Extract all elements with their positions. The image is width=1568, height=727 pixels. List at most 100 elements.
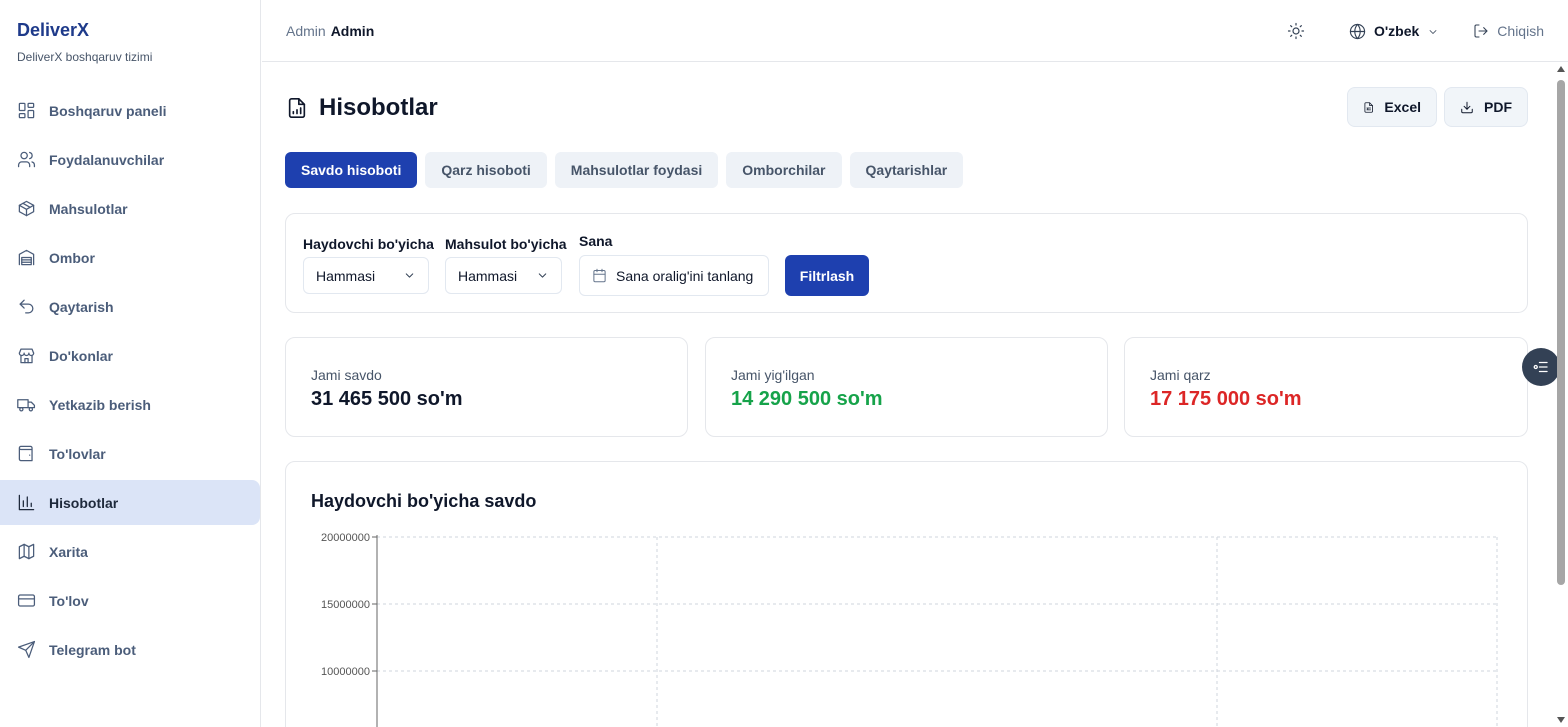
driver-filter-label: Haydovchi bo'yicha <box>303 236 434 252</box>
sidebar-item-label: Qaytarish <box>49 298 114 315</box>
breadcrumb: Admin Admin <box>286 23 374 39</box>
brand-subtitle: DeliverX boshqaruv tizimi <box>17 50 153 64</box>
filter-submit-button[interactable]: Filtrlash <box>785 255 869 296</box>
y-axis-tick-label: 15000000 <box>321 599 370 611</box>
download-icon <box>1461 101 1473 113</box>
main-content: Hisobotlar Excel PDF Savdo hisoboti Qarz… <box>262 62 1568 727</box>
stat-card-total-collected: Jami yig'ilgan 14 290 500 so'm <box>705 337 1108 437</box>
product-select[interactable]: Hammasi <box>445 257 562 294</box>
sidebar-item-foydalanuvchilar[interactable]: Foydalanuvchilar <box>0 137 260 182</box>
product-select-value: Hammasi <box>458 267 518 284</box>
export-pdf-label: PDF <box>1484 99 1512 115</box>
theme-toggle-sun-icon[interactable] <box>1287 22 1305 40</box>
users-icon <box>17 150 36 169</box>
language-select[interactable]: O'zbek <box>1349 23 1439 40</box>
sidebar-item-label: Telegram bot <box>49 641 136 658</box>
date-range-picker[interactable]: Sana oralig'ini tanlang <box>579 255 769 296</box>
globe-icon <box>1349 23 1366 40</box>
truck-icon <box>17 395 36 414</box>
tab-mahsulotlar-foydasi[interactable]: Mahsulotlar foydasi <box>554 152 719 188</box>
report-file-icon <box>286 96 308 120</box>
stat-value: 17 175 000 so'm <box>1150 388 1302 410</box>
product-filter: Mahsulot bo'yicha Hammasi <box>445 236 567 294</box>
logout-button[interactable]: Chiqish <box>1473 23 1544 39</box>
map-icon <box>17 542 36 561</box>
language-label: O'zbek <box>1373 23 1420 39</box>
spreadsheet-file-icon <box>1364 101 1373 113</box>
tab-savdo-hisoboti[interactable]: Savdo hisoboti <box>285 152 418 188</box>
sidebar-item-telegram-bot[interactable]: Telegram bot <box>0 627 260 672</box>
report-tabs: Savdo hisoboti Qarz hisoboti Mahsulotlar… <box>285 152 971 188</box>
logout-label: Chiqish <box>1497 23 1544 39</box>
sidebar-item-label: Boshqaruv paneli <box>49 102 167 119</box>
stat-value: 31 465 500 so'm <box>311 388 463 410</box>
chevron-down-icon <box>538 273 547 278</box>
y-axis-tick-label: 10000000 <box>321 666 370 678</box>
sidebar-item-boshqaruv-paneli[interactable]: Boshqaruv paneli <box>0 88 260 133</box>
driver-select[interactable]: Hammasi <box>303 257 429 294</box>
chevron-down-icon <box>1427 25 1439 37</box>
sidebar-item-tolov[interactable]: To'lov <box>0 578 260 623</box>
header-actions: O'zbek Chiqish <box>1287 0 1544 62</box>
store-icon <box>17 346 36 365</box>
sidebar-item-label: Hisobotlar <box>49 494 119 511</box>
brand-title: DeliverX <box>17 20 90 40</box>
sidebar-item-label: Do'konlar <box>49 347 114 364</box>
sidebar-item-hisobotlar[interactable]: Hisobotlar <box>0 480 260 525</box>
sidebar-nav: Boshqaruv paneli Foydalanuvchilar Mahsul… <box>0 88 260 672</box>
sidebar-item-qaytarish[interactable]: Qaytarish <box>0 284 260 329</box>
sidebar-item-label: To'lov <box>49 592 89 609</box>
page-title-row: Hisobotlar <box>286 94 438 122</box>
sales-by-driver-chart: 20000000 15000000 10000000 <box>321 532 1498 727</box>
warehouse-icon <box>17 248 36 267</box>
date-filter-label: Sana <box>579 233 613 249</box>
sidebar-item-dokonlar[interactable]: Do'konlar <box>0 333 260 378</box>
sidebar: DeliverX DeliverX boshqaruv tizimi Boshq… <box>0 0 261 727</box>
send-icon <box>17 640 36 659</box>
sidebar-item-label: To'lovlar <box>49 445 106 462</box>
sidebar-item-yetkazib-berish[interactable]: Yetkazib berish <box>0 382 260 427</box>
floating-menu-button[interactable] <box>1522 348 1560 386</box>
sidebar-item-xarita[interactable]: Xarita <box>0 529 260 574</box>
driver-filter: Haydovchi bo'yicha Hammasi <box>303 236 434 294</box>
breadcrumb-user: Admin <box>330 22 375 39</box>
y-axis-tick-label: 20000000 <box>321 532 370 544</box>
stat-label: Jami yig'ilgan <box>731 367 815 383</box>
export-excel-label: Excel <box>1384 99 1421 115</box>
sidebar-item-ombor[interactable]: Ombor <box>0 235 260 280</box>
sidebar-item-label: Mahsulotlar <box>49 200 128 217</box>
sidebar-item-label: Ombor <box>49 249 95 266</box>
bar-chart-icon <box>17 493 36 512</box>
date-range-placeholder: Sana oralig'ini tanlang <box>616 267 754 284</box>
stat-value: 14 290 500 so'm <box>731 388 883 410</box>
scroll-up-arrow[interactable] <box>1557 66 1565 72</box>
sidebar-item-label: Yetkazib berish <box>49 396 151 413</box>
undo-icon <box>17 297 36 316</box>
sidebar-item-tolovlar[interactable]: To'lovlar <box>0 431 260 476</box>
stat-label: Jami qarz <box>1150 367 1211 383</box>
tab-qaytarishlar[interactable]: Qaytarishlar <box>849 152 964 188</box>
sidebar-item-label: Foydalanuvchilar <box>49 151 165 168</box>
wallet-icon <box>17 444 36 463</box>
filter-panel: Haydovchi bo'yicha Hammasi Mahsulot bo'y… <box>285 213 1528 313</box>
product-filter-label: Mahsulot bo'yicha <box>445 236 567 252</box>
tab-qarz-hisoboti[interactable]: Qarz hisoboti <box>425 152 547 188</box>
stat-label: Jami savdo <box>311 367 382 383</box>
app-root: DeliverX DeliverX boshqaruv tizimi Boshq… <box>0 0 1568 727</box>
brand: DeliverX DeliverX boshqaruv tizimi <box>0 0 260 88</box>
chevron-down-icon <box>405 273 414 278</box>
page-scrollbar[interactable] <box>1557 66 1565 723</box>
stat-card-total-debt: Jami qarz 17 175 000 so'm <box>1124 337 1528 437</box>
export-excel-button[interactable]: Excel <box>1347 87 1437 127</box>
package-icon <box>17 199 36 218</box>
credit-card-icon <box>17 591 36 610</box>
stat-card-total-sales: Jami savdo 31 465 500 so'm <box>285 337 688 437</box>
scroll-thumb[interactable] <box>1557 80 1565 585</box>
sidebar-item-mahsulotlar[interactable]: Mahsulotlar <box>0 186 260 231</box>
calendar-icon <box>593 268 606 283</box>
scroll-down-arrow[interactable] <box>1557 717 1565 723</box>
sidebar-item-label: Xarita <box>49 543 88 560</box>
page-title: Hisobotlar <box>319 94 438 121</box>
export-pdf-button[interactable]: PDF <box>1444 87 1528 127</box>
tab-omborchilar[interactable]: Omborchilar <box>726 152 842 188</box>
